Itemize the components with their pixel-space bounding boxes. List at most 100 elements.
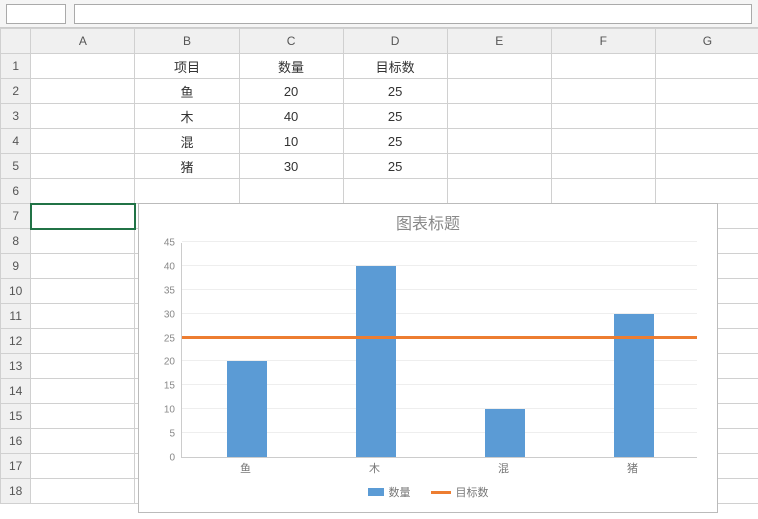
x-tick-label: 木 [369, 460, 380, 476]
cell-C6[interactable] [239, 179, 343, 204]
chart-container[interactable]: 图表标题 051015202530354045 鱼木混猪 数量 目标数 [138, 203, 718, 513]
y-tick-label: 40 [164, 261, 175, 272]
row-header-11[interactable]: 11 [1, 304, 31, 329]
col-header-E[interactable]: E [447, 29, 551, 54]
row-header-12[interactable]: 12 [1, 329, 31, 354]
row-header-10[interactable]: 10 [1, 279, 31, 304]
formula-input[interactable] [74, 4, 752, 24]
chart-legend: 数量 目标数 [149, 484, 707, 500]
cell-D3[interactable]: 25 [343, 104, 447, 129]
cell-A11[interactable] [31, 304, 135, 329]
cell-A18[interactable] [31, 479, 135, 504]
col-header-C[interactable]: C [239, 29, 343, 54]
cell-E3[interactable] [447, 104, 551, 129]
row-header-4[interactable]: 4 [1, 129, 31, 154]
cell-F6[interactable] [551, 179, 655, 204]
cell-E1[interactable] [447, 54, 551, 79]
row-header-1[interactable]: 1 [1, 54, 31, 79]
cell-G4[interactable] [655, 129, 758, 154]
cell-A3[interactable] [31, 104, 135, 129]
col-header-B[interactable]: B [135, 29, 239, 54]
cell-C2[interactable]: 20 [239, 79, 343, 104]
spreadsheet-area: ABCDEFG 1项目数量目标数2鱼20253木40254混10255猪3025… [0, 28, 758, 519]
cell-C1[interactable]: 数量 [239, 54, 343, 79]
cell-G5[interactable] [655, 154, 758, 179]
cell-B6[interactable] [135, 179, 239, 204]
row-header-13[interactable]: 13 [1, 354, 31, 379]
cell-A8[interactable] [31, 229, 135, 254]
cell-E2[interactable] [447, 79, 551, 104]
legend-item-bar: 数量 [368, 484, 411, 500]
cell-E6[interactable] [447, 179, 551, 204]
cell-B1[interactable]: 项目 [135, 54, 239, 79]
cell-A13[interactable] [31, 354, 135, 379]
row-header-15[interactable]: 15 [1, 404, 31, 429]
row-header-3[interactable]: 3 [1, 104, 31, 129]
cell-F2[interactable] [551, 79, 655, 104]
x-tick-label: 鱼 [240, 460, 251, 476]
col-header-F[interactable]: F [551, 29, 655, 54]
legend-item-line: 目标数 [431, 484, 489, 500]
col-header-D[interactable]: D [343, 29, 447, 54]
cell-F1[interactable] [551, 54, 655, 79]
cell-B3[interactable]: 木 [135, 104, 239, 129]
cell-C4[interactable]: 10 [239, 129, 343, 154]
row-header-7[interactable]: 7 [1, 204, 31, 229]
col-header-G[interactable]: G [655, 29, 758, 54]
cell-A7[interactable] [31, 204, 135, 229]
cell-F4[interactable] [551, 129, 655, 154]
cell-A16[interactable] [31, 429, 135, 454]
cell-A17[interactable] [31, 454, 135, 479]
cell-F5[interactable] [551, 154, 655, 179]
row-header-16[interactable]: 16 [1, 429, 31, 454]
row-header-9[interactable]: 9 [1, 254, 31, 279]
cell-E4[interactable] [447, 129, 551, 154]
cell-C5[interactable]: 30 [239, 154, 343, 179]
line-swatch-icon [431, 491, 451, 494]
chart-plot: 051015202530354045 鱼木混猪 [149, 238, 707, 478]
cell-D1[interactable]: 目标数 [343, 54, 447, 79]
row-header-18[interactable]: 18 [1, 479, 31, 504]
cell-G1[interactable] [655, 54, 758, 79]
y-tick-label: 30 [164, 309, 175, 320]
x-tick-label: 猪 [627, 460, 638, 476]
cell-A12[interactable] [31, 329, 135, 354]
cell-A4[interactable] [31, 129, 135, 154]
col-header-A[interactable]: A [31, 29, 135, 54]
cell-G6[interactable] [655, 179, 758, 204]
y-tick-label: 35 [164, 285, 175, 296]
select-all-corner[interactable] [1, 29, 31, 54]
cell-A2[interactable] [31, 79, 135, 104]
cell-A14[interactable] [31, 379, 135, 404]
cell-C3[interactable]: 40 [239, 104, 343, 129]
row-header-8[interactable]: 8 [1, 229, 31, 254]
cell-B5[interactable]: 猪 [135, 154, 239, 179]
cell-B2[interactable]: 鱼 [135, 79, 239, 104]
cell-A1[interactable] [31, 54, 135, 79]
x-tick-label: 混 [498, 460, 509, 476]
cell-D4[interactable]: 25 [343, 129, 447, 154]
cell-G3[interactable] [655, 104, 758, 129]
row-header-5[interactable]: 5 [1, 154, 31, 179]
row-header-14[interactable]: 14 [1, 379, 31, 404]
row-header-17[interactable]: 17 [1, 454, 31, 479]
chart-target-line [182, 336, 697, 339]
cell-B4[interactable]: 混 [135, 129, 239, 154]
y-tick-label: 5 [169, 429, 175, 440]
cell-G2[interactable] [655, 79, 758, 104]
row-header-6[interactable]: 6 [1, 179, 31, 204]
cell-E5[interactable] [447, 154, 551, 179]
cell-D5[interactable]: 25 [343, 154, 447, 179]
cell-F3[interactable] [551, 104, 655, 129]
row-header-2[interactable]: 2 [1, 79, 31, 104]
cell-D2[interactable]: 25 [343, 79, 447, 104]
cell-D6[interactable] [343, 179, 447, 204]
cell-A6[interactable] [31, 179, 135, 204]
y-tick-label: 0 [169, 453, 175, 464]
name-box[interactable] [6, 4, 66, 24]
cell-A10[interactable] [31, 279, 135, 304]
y-tick-label: 45 [164, 238, 175, 249]
cell-A9[interactable] [31, 254, 135, 279]
cell-A15[interactable] [31, 404, 135, 429]
cell-A5[interactable] [31, 154, 135, 179]
